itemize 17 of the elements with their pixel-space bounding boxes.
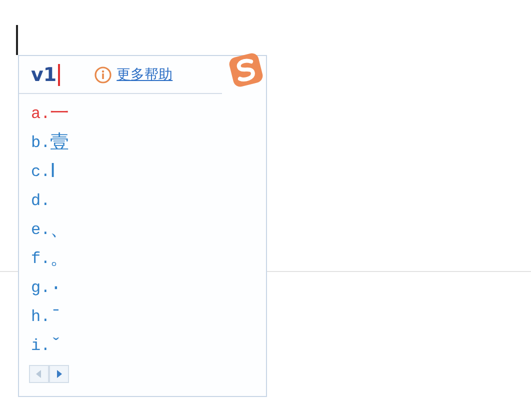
- composition-text: v1: [31, 64, 57, 86]
- candidate-item[interactable]: b.壹: [31, 129, 266, 158]
- text-cursor: [16, 25, 18, 55]
- candidate-item[interactable]: f.。: [31, 245, 266, 274]
- input-caret: [58, 64, 60, 86]
- candidate-item[interactable]: d.: [31, 187, 266, 216]
- candidate-item[interactable]: g.·: [31, 274, 266, 303]
- candidate-item[interactable]: i.ˇ: [31, 332, 266, 361]
- candidate-item[interactable]: e.、: [31, 216, 266, 245]
- left-arrow-icon: [36, 370, 42, 378]
- candidate-item[interactable]: h.ˉ: [31, 303, 266, 332]
- info-icon: [94, 66, 112, 84]
- help-link[interactable]: 更多帮助: [116, 66, 173, 84]
- next-page-button[interactable]: [49, 365, 69, 383]
- right-arrow-icon: [56, 370, 62, 378]
- candidate-item[interactable]: c.Ⅰ: [31, 158, 266, 187]
- candidate-item[interactable]: a.一: [31, 100, 266, 129]
